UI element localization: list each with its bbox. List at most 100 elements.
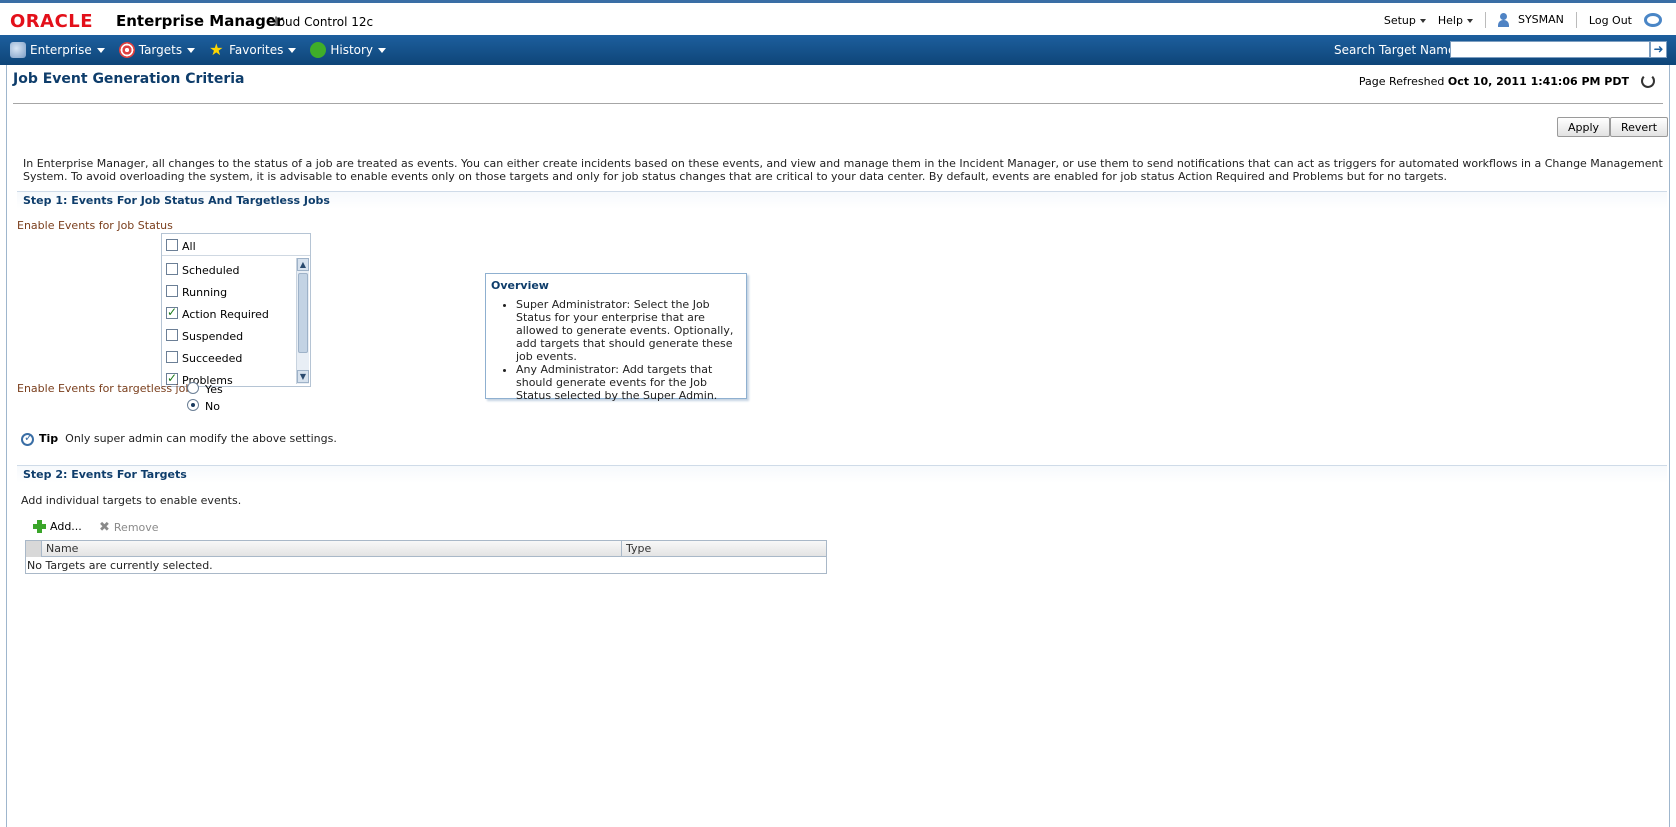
- logout-link[interactable]: Log Out: [1589, 14, 1632, 27]
- nav-enterprise[interactable]: Enterprise: [10, 42, 105, 58]
- status-label: Succeeded: [182, 352, 243, 365]
- all-row: All: [162, 234, 310, 256]
- nav-enterprise-label: Enterprise: [30, 43, 92, 57]
- nav-bar: Enterprise Targets ★ Favorites History Se…: [0, 35, 1676, 65]
- step1-header: Step 1: Events For Job Status And Target…: [17, 191, 1667, 209]
- chevron-down-icon: [1466, 18, 1473, 23]
- nav-menu: Enterprise Targets ★ Favorites History: [10, 42, 400, 58]
- targetless-yes-radio[interactable]: [187, 382, 199, 394]
- chevron-down-icon: [1419, 18, 1426, 23]
- status-label: Suspended: [182, 330, 244, 343]
- divider: [1484, 12, 1486, 28]
- targets-table: Name Type No Targets are currently selec…: [25, 540, 827, 574]
- plus-icon: [33, 520, 46, 533]
- tip-icon: [21, 431, 34, 446]
- oracle-logo: ORACLE: [10, 11, 94, 32]
- nav-history[interactable]: History: [310, 42, 387, 58]
- refreshed-label: Page Refreshed: [1358, 75, 1445, 88]
- status-checkbox-suspended[interactable]: [166, 329, 178, 341]
- remove-icon: ✖: [99, 520, 110, 535]
- page-refreshed: Page Refreshed Oct 10, 2011 1:41:06 PM P…: [1359, 75, 1629, 88]
- scroll-thumb[interactable]: [298, 273, 308, 353]
- help-menu[interactable]: Help: [1438, 14, 1473, 27]
- product-title: Enterprise Manager: [116, 12, 284, 30]
- star-icon: ★: [209, 40, 224, 59]
- status-checkbox-running[interactable]: [166, 285, 178, 297]
- branding-bar: ORACLE Enterprise Manager Cloud Control …: [0, 0, 1676, 35]
- job-status-list: All Scheduled Running Action Required Su…: [161, 233, 311, 387]
- refreshed-time: Oct 10, 2011 1:41:06 PM PDT: [1447, 75, 1629, 88]
- apply-button[interactable]: Apply: [1557, 117, 1611, 137]
- scroll-down-icon[interactable]: ▼: [297, 370, 309, 383]
- job-status-label: Enable Events for Job Status: [17, 219, 173, 232]
- setup-menu[interactable]: Setup: [1384, 14, 1426, 27]
- all-checkbox[interactable]: [166, 239, 178, 251]
- status-checkbox-succeeded[interactable]: [166, 351, 178, 363]
- no-label: No: [205, 400, 220, 413]
- add-target-button[interactable]: Add...: [33, 520, 82, 533]
- targetless-label: Enable Events for targetless jobs: [17, 382, 199, 395]
- overview-item: Super Administrator: Select the Job Stat…: [516, 298, 740, 363]
- tip-label: Tip: [39, 432, 59, 445]
- user-icon: [1497, 13, 1514, 27]
- overview-title: Overview: [491, 279, 549, 292]
- column-header-type[interactable]: Type: [626, 542, 651, 555]
- overview-box: Overview Super Administrator: Select the…: [485, 273, 747, 402]
- table-header: Name Type: [26, 541, 826, 557]
- table-empty-message: No Targets are currently selected.: [27, 559, 213, 572]
- arrow-right-icon: ➜: [1653, 42, 1664, 56]
- enterprise-icon: [10, 42, 26, 58]
- nav-favorites[interactable]: ★ Favorites: [209, 40, 297, 59]
- refresh-icon[interactable]: [1641, 74, 1655, 88]
- yes-label: Yes: [205, 383, 223, 396]
- select-all-cell[interactable]: [26, 541, 42, 557]
- status-label: Action Required: [182, 308, 269, 321]
- targetless-no-radio[interactable]: [187, 399, 199, 411]
- remove-label: Remove: [113, 521, 159, 534]
- remove-target-button[interactable]: ✖ Remove: [99, 520, 159, 535]
- status-checkbox-action-required[interactable]: [166, 305, 178, 319]
- status-label: Running: [182, 286, 228, 299]
- search-go-button[interactable]: ➜: [1650, 41, 1667, 58]
- search-input[interactable]: [1450, 41, 1650, 58]
- tip-message: Only super admin can modify the above se…: [65, 432, 337, 445]
- nav-favorites-label: Favorites: [229, 43, 284, 57]
- chevron-down-icon: [96, 47, 105, 53]
- intro-text: In Enterprise Manager, all changes to th…: [23, 157, 1663, 183]
- help-label: Help: [1437, 13, 1463, 27]
- search-type-label: Search Target Name: [1334, 43, 1456, 57]
- step2-header: Step 2: Events For Targets: [17, 465, 1667, 483]
- page-title: Job Event Generation Criteria: [13, 71, 245, 87]
- edition-title: Cloud Control 12c: [266, 15, 374, 29]
- chevron-down-icon: [187, 47, 196, 53]
- setup-label: Setup: [1383, 13, 1416, 27]
- tip-text: Tip Only super admin can modify the abov…: [39, 432, 337, 445]
- target-icon: [118, 42, 135, 58]
- list-scrollbar[interactable]: ▲ ▼: [296, 258, 309, 384]
- history-icon: [310, 42, 327, 58]
- search-type-menu[interactable]: Search Target Name: [1334, 43, 1469, 57]
- nav-targets[interactable]: Targets: [118, 42, 196, 58]
- overview-item: Any Administrator: Add targets that shou…: [516, 363, 740, 402]
- nav-history-label: History: [330, 43, 374, 57]
- step2-title: Step 2: Events For Targets: [23, 468, 187, 481]
- add-label: Add...: [50, 520, 82, 533]
- all-label: All: [182, 240, 196, 253]
- user-label: SYSMAN: [1517, 13, 1564, 26]
- user-menu[interactable]: SYSMAN: [1497, 13, 1564, 27]
- oracle-o-icon: [1644, 13, 1662, 27]
- step1-title: Step 1: Events For Job Status And Target…: [23, 194, 330, 207]
- divider: [1575, 12, 1577, 28]
- column-divider: [621, 541, 622, 557]
- main-content: Job Event Generation Criteria Page Refre…: [6, 65, 1670, 827]
- overview-list: Super Administrator: Select the Job Stat…: [500, 298, 740, 402]
- divider: [13, 103, 1663, 104]
- nav-targets-label: Targets: [138, 43, 183, 57]
- step2-description: Add individual targets to enable events.: [21, 494, 242, 507]
- column-header-name[interactable]: Name: [46, 542, 78, 555]
- revert-button[interactable]: Revert: [1610, 117, 1669, 137]
- scroll-up-icon[interactable]: ▲: [297, 258, 309, 271]
- status-checkbox-scheduled[interactable]: [166, 263, 178, 275]
- chevron-down-icon: [288, 47, 297, 53]
- status-label: Scheduled: [182, 264, 240, 277]
